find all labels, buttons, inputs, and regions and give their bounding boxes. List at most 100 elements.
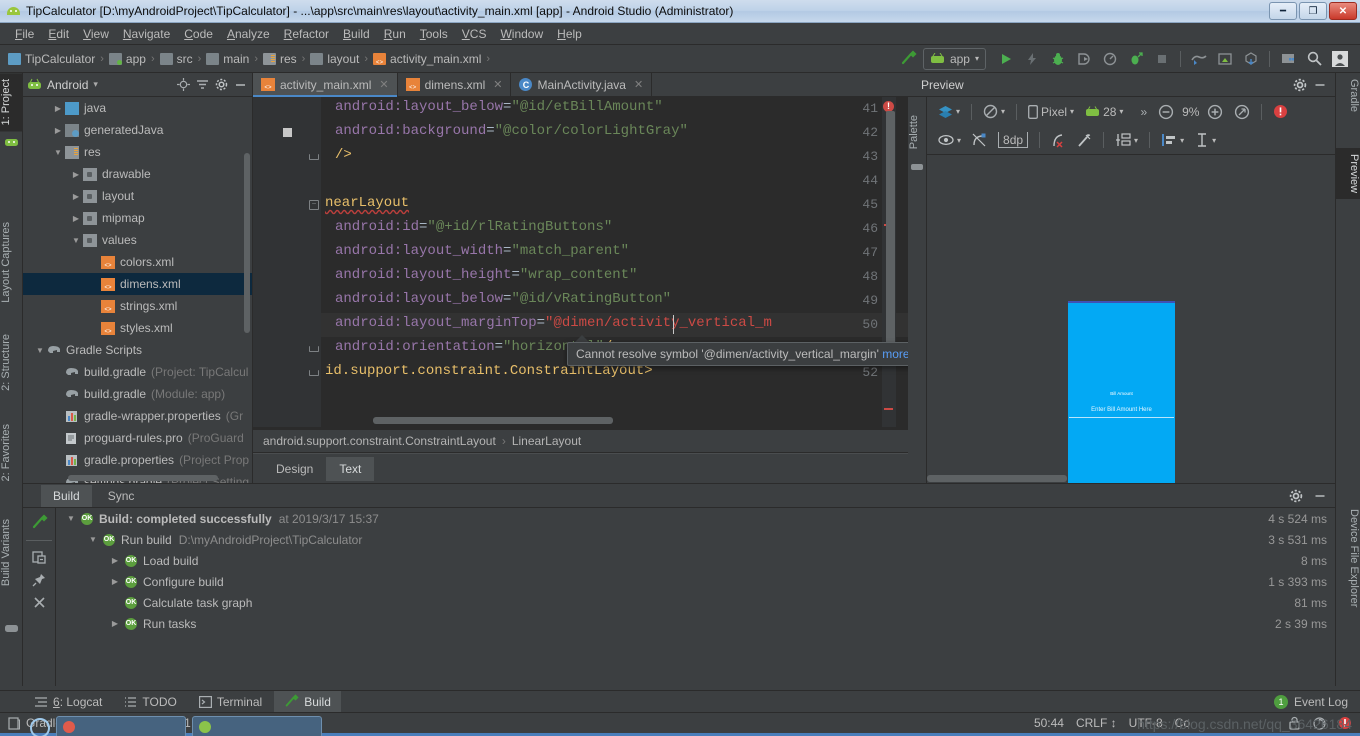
zoom-in-button[interactable]	[1204, 102, 1226, 122]
taskbar-item[interactable]	[192, 716, 322, 736]
tree-node-drawable[interactable]: ▶ drawable	[23, 163, 252, 185]
design-mode-select[interactable]: ▾	[935, 103, 963, 121]
breadcrumb-item-src[interactable]: src	[159, 52, 193, 66]
breadcrumb-segment[interactable]: LinearLayout	[512, 434, 581, 448]
menu-item-window[interactable]: Window	[493, 25, 550, 43]
api-level-select[interactable]: 28 ▾	[1082, 103, 1126, 121]
build-row[interactable]: ▶ OK Run tasks 2 s 39 ms	[56, 613, 1335, 634]
sidebar-item-project[interactable]: 1: Project	[0, 73, 23, 132]
tree-node-gradle-scripts[interactable]: ▼ Gradle Scripts	[23, 339, 252, 361]
tree-node-java[interactable]: ▶ java	[23, 97, 252, 119]
search-icon[interactable]	[1302, 48, 1326, 70]
tree-node-dimens-xml[interactable]: <> dimens.xml	[23, 273, 252, 295]
minimize-button[interactable]: ━	[1269, 2, 1297, 20]
caret-position-label[interactable]: 50:44	[1034, 716, 1064, 730]
event-log-area[interactable]: 1 Event Log	[1273, 694, 1360, 709]
chevron-right-icon[interactable]: ▶	[108, 556, 122, 565]
bookmark-icon[interactable]	[283, 128, 292, 137]
overflow-chevrons-icon[interactable]: »	[1137, 103, 1150, 121]
tree-node-gradle-properties[interactable]: gradle.properties (Project Prop	[23, 449, 252, 471]
chevron-right-icon[interactable]: ▶	[51, 126, 65, 135]
preview-canvas-hscrollbar[interactable]	[927, 475, 1067, 482]
close-icon[interactable]: ✕	[493, 78, 502, 91]
menu-item-refactor[interactable]: Refactor	[277, 25, 336, 43]
breadcrumb-item-layout[interactable]: layout	[310, 52, 359, 66]
menu-item-edit[interactable]: Edit	[41, 25, 76, 43]
code-line[interactable]: android:layout_width="match_parent"	[325, 243, 629, 259]
pin-icon[interactable]	[32, 573, 46, 587]
tree-node-styles-xml[interactable]: <> styles.xml	[23, 317, 252, 339]
menu-item-run[interactable]: Run	[377, 25, 413, 43]
clear-constraints-button[interactable]	[1048, 131, 1069, 150]
sidebar-item-favorites[interactable]: 2: Favorites	[0, 418, 23, 487]
code-line[interactable]: android:layout_below="@id/etBillAmount"	[325, 99, 663, 115]
sidebar-item-structure[interactable]: 2: Structure	[0, 328, 23, 397]
device-select[interactable]: Pixel ▾	[1025, 103, 1077, 121]
chevron-down-icon[interactable]: ▾	[93, 79, 98, 90]
settings-gear-icon[interactable]	[213, 77, 229, 93]
run-with-coverage-icon[interactable]	[1124, 48, 1148, 70]
chevron-right-icon[interactable]: ▶	[69, 214, 83, 223]
profiler-icon[interactable]	[1098, 48, 1122, 70]
build-row[interactable]: OK Calculate task graph 81 ms	[56, 592, 1335, 613]
stop-icon[interactable]	[1150, 48, 1174, 70]
build-row[interactable]: ▼ OK Build: completed successfully at 2019/…	[56, 508, 1335, 529]
menu-item-code[interactable]: Code	[177, 25, 220, 43]
chevron-down-icon[interactable]: ▼	[64, 514, 78, 523]
run-configuration-select[interactable]: app ▾	[922, 47, 986, 70]
tab-text[interactable]: Text	[326, 456, 375, 481]
restart-icon[interactable]	[32, 550, 46, 564]
tree-node-colors-xml[interactable]: <> colors.xml	[23, 251, 252, 273]
component-tree-icon[interactable]	[910, 159, 924, 171]
error-stripe-mark[interactable]	[884, 408, 893, 410]
tree-node-build-gradle[interactable]: build.gradle (Project: TipCalcul	[23, 361, 252, 383]
tree-node-generatedjava[interactable]: ▶ generatedJava	[23, 119, 252, 141]
chevron-down-icon[interactable]: ▼	[33, 346, 47, 355]
menu-item-build[interactable]: Build	[336, 25, 377, 43]
project-tree-vscrollbar[interactable]	[244, 153, 250, 333]
menu-item-tools[interactable]: Tools	[413, 25, 455, 43]
bottom-tab-terminal[interactable]: Terminal	[189, 692, 272, 712]
code-line[interactable]: />	[325, 147, 352, 163]
tab-design[interactable]: Design	[263, 457, 326, 481]
collapse-all-icon[interactable]	[194, 77, 210, 93]
editor-tab-mainactivity-java[interactable]: C MainActivity.java ✕	[511, 73, 653, 96]
fold-end-icon[interactable]	[309, 346, 319, 352]
bottom-tab-6--logcat[interactable]: 6: Logcat	[24, 692, 112, 712]
line-separator-label[interactable]: CRLF ↕	[1076, 716, 1117, 730]
editor-tab-dimens-xml[interactable]: <> dimens.xml ✕	[398, 73, 512, 96]
hide-icon[interactable]	[1313, 78, 1327, 91]
menu-item-file[interactable]: File	[8, 25, 41, 43]
sidebar-item-build-variants[interactable]: Build Variants	[0, 513, 23, 592]
menu-item-help[interactable]: Help	[550, 25, 589, 43]
fold-end-icon[interactable]	[309, 154, 319, 160]
build-row[interactable]: ▼ OK Run build D:\myAndroidProject\TipCalcu…	[56, 529, 1335, 550]
menu-item-navigate[interactable]: Navigate	[116, 25, 177, 43]
build-hammer-icon[interactable]	[897, 48, 921, 70]
chevron-down-icon[interactable]: ▼	[69, 236, 83, 245]
code-line[interactable]: nearLayout	[325, 195, 409, 211]
sidebar-item-preview[interactable]: Preview	[1335, 148, 1360, 200]
user-avatar-icon[interactable]	[1328, 48, 1352, 70]
editor-code-area[interactable]: 41 android:layout_below="@id/etBillAmount…	[253, 97, 908, 427]
chevron-right-icon[interactable]: ▶	[69, 170, 83, 179]
chevron-down-icon[interactable]: ▼	[86, 535, 100, 544]
menu-item-vcs[interactable]: VCS	[455, 25, 494, 43]
build-row[interactable]: ▶ OK Configure build 1 s 393 ms	[56, 571, 1335, 592]
close-icon[interactable]	[33, 596, 46, 609]
build-row[interactable]: ▶ OK Load build 8 ms	[56, 550, 1335, 571]
breadcrumb-item-main[interactable]: main	[206, 52, 249, 66]
close-button[interactable]: ✕	[1329, 2, 1357, 20]
sidebar-item-gradle[interactable]: Gradle	[1335, 73, 1360, 118]
taskbar-circle-icon[interactable]	[30, 718, 50, 736]
tab-build[interactable]: Build	[41, 484, 92, 507]
align-button[interactable]: ▾	[1158, 131, 1187, 149]
code-line[interactable]: android:id="@+id/rlRatingButtons"	[325, 219, 612, 235]
chevron-right-icon[interactable]: ▶	[51, 104, 65, 113]
project-tree[interactable]: ▶ java ▶ generatedJava ▼ res ▶ drawable ▶ layout ▶…	[23, 97, 252, 483]
show-blueprint-toggle[interactable]: ▾	[935, 132, 964, 148]
build-output-tree[interactable]: ▼ OK Build: completed successfully at 2019/…	[56, 508, 1335, 686]
bottom-tab-build[interactable]: Build	[274, 691, 341, 712]
tree-node-res[interactable]: ▼ res	[23, 141, 252, 163]
debug-icon[interactable]	[1046, 48, 1070, 70]
